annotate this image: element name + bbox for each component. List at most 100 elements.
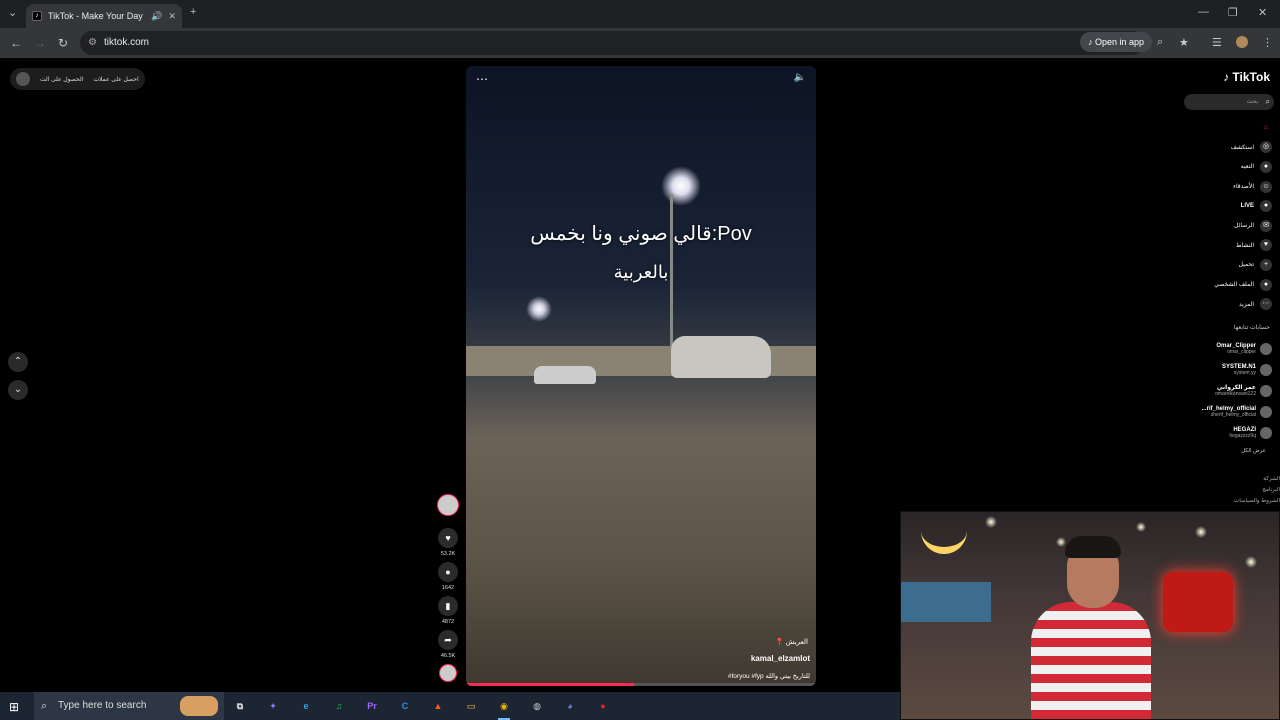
file-explorer-icon[interactable]: ▭ xyxy=(461,696,481,716)
home-icon: ⌂ xyxy=(1263,123,1269,131)
search-icon[interactable]: ⌕ xyxy=(1266,94,1270,110)
windows-start-icon[interactable]: ⊞ xyxy=(9,700,19,714)
restore-icon[interactable]: ❐ xyxy=(1228,6,1238,19)
obs-icon[interactable]: ◍ xyxy=(527,696,547,716)
url-field[interactable]: ⚙ tiktok.com xyxy=(80,31,1144,55)
more-options-icon[interactable]: ⋯ xyxy=(476,72,488,86)
windows-taskbar: ⊞ ⌕ Type here to search ⧉ ✦ e ♫ Pr C ▲ ▭ ◉ ◍ ◕ ● xyxy=(0,692,900,720)
following-item[interactable]: ...rif_helmy_official sherif_helmy_offici… xyxy=(1176,401,1272,422)
sidebar-item-friends[interactable]: الأصدقاء ☺ xyxy=(1176,177,1272,197)
open-in-app-label: Open in app xyxy=(1094,37,1144,47)
sidebar-item-activity[interactable]: النشاط ♥ xyxy=(1176,236,1272,256)
open-in-app-button[interactable]: ♪ Open in app xyxy=(1079,32,1152,52)
profile-avatar-icon[interactable] xyxy=(1236,36,1248,48)
friends-icon: ☺ xyxy=(1260,180,1272,193)
video-caption-line2: بالعربية xyxy=(613,262,669,282)
following-item[interactable]: HEGAZI hegazzzz9q xyxy=(1176,422,1272,443)
bookmark-action[interactable]: ▮ 4872 xyxy=(436,596,460,625)
following-handle: sherif_helmy_official xyxy=(1210,411,1256,418)
heart-action[interactable]: ♥ 53.2K xyxy=(436,528,460,557)
sidebar-item-label: الرسائل xyxy=(1234,223,1254,230)
following-handle: omar_clipper xyxy=(1227,348,1256,355)
edge-icon[interactable]: e xyxy=(296,696,316,716)
new-tab-icon[interactable]: + xyxy=(190,6,196,18)
user-avatar[interactable] xyxy=(16,72,30,86)
sidebar-item-explore[interactable]: استكشف ◎ xyxy=(1176,138,1272,158)
bookmark-icon[interactable]: ▮ xyxy=(438,596,458,616)
premiere-icon[interactable]: Pr xyxy=(362,696,382,716)
menu-dots-icon[interactable]: ⋮ xyxy=(1262,36,1273,49)
spotify-icon[interactable]: ♫ xyxy=(329,696,349,716)
see-all-link[interactable]: عرض الكل xyxy=(1241,448,1266,454)
sound-avatar[interactable] xyxy=(439,664,457,682)
video-progress-bar[interactable] xyxy=(466,683,816,686)
minimize-icon[interactable]: — xyxy=(1198,6,1209,18)
zoom-icon[interactable]: ⌕ xyxy=(1157,36,1163,49)
video-username[interactable]: kamal_elzamlot xyxy=(751,654,810,663)
sidebar-item-profile[interactable]: الملف الشخصي ● xyxy=(1176,275,1272,295)
sidebar-item-live[interactable]: LIVE ● xyxy=(1176,196,1272,216)
tab-tiktok[interactable]: ♪ TikTok - Make Your Day 🔊 ✕ xyxy=(26,4,182,28)
legal-link[interactable]: الشروط والسياسات xyxy=(1234,496,1280,507)
site-info-icon[interactable]: ⚙ xyxy=(88,31,97,55)
sidebar-item-home[interactable]: ⌂ xyxy=(1176,118,1272,138)
following-icon: ● xyxy=(1260,160,1272,173)
task-view-icon[interactable]: ⧉ xyxy=(230,696,250,716)
back-icon[interactable]: ← xyxy=(10,36,22,50)
brave-icon[interactable]: ▲ xyxy=(428,696,448,716)
legal-link[interactable]: الشركة xyxy=(1234,474,1280,485)
explore-icon: ◎ xyxy=(1260,141,1272,154)
next-video-button[interactable]: ⌄ xyxy=(8,380,28,400)
bookmark-star-icon[interactable]: ★ xyxy=(1179,36,1189,49)
reload-icon[interactable]: ↻ xyxy=(58,36,68,50)
speaker-icon[interactable]: 🔊 xyxy=(151,11,162,22)
sidebar-item-following[interactable]: التعيه ● xyxy=(1176,157,1272,177)
live-icon: ● xyxy=(1260,200,1272,213)
following-item[interactable]: عمر الكرواني omarelkarwani122 xyxy=(1176,380,1272,401)
action-count: 53.2K xyxy=(440,551,456,557)
previous-video-button[interactable]: ⌃ xyxy=(8,352,28,372)
street-light xyxy=(661,166,701,206)
following-name: HEGAZI xyxy=(1233,426,1256,433)
top-left-actions: الحصول على الت احصل على عملات xyxy=(10,68,145,90)
following-text: Omar_Clipper omar_clipper xyxy=(1216,343,1256,355)
taskbar-search[interactable]: ⌕ Type here to search xyxy=(34,692,224,720)
heart-icon[interactable]: ♥ xyxy=(438,528,458,548)
sidebar-item-messages[interactable]: الرسائل ✉ xyxy=(1176,216,1272,236)
comment-icon[interactable]: ● xyxy=(438,562,458,582)
car xyxy=(671,336,771,378)
chrome-icon[interactable]: ◉ xyxy=(494,696,514,720)
tiktok-logo[interactable]: ♪ TikTok xyxy=(1223,70,1270,84)
share-action[interactable]: ➦ 46.5K xyxy=(436,630,460,659)
creator-avatar[interactable] xyxy=(437,494,459,516)
reading-list-icon[interactable]: ☰ xyxy=(1212,36,1222,49)
comment-action[interactable]: ● 1642 xyxy=(436,562,460,591)
legal-link[interactable]: البرنامج xyxy=(1234,485,1280,496)
following-list: Omar_Clipper omar_clipper SYSTEM.N1 system.… xyxy=(1176,338,1272,443)
sidebar-menu: ⌂ استكشف ◎ التعيه ● الأصدقاء ☺ LIVE ● الرسائل ✉ الن… xyxy=(1176,118,1272,314)
address-bar-row: ← → ↻ ⚙ tiktok.com ♪ Open in app ⌕ ★ ☰ ⋮ xyxy=(0,28,1280,58)
get-coins-link[interactable]: احصل على عملات xyxy=(93,76,138,83)
search-input[interactable]: بحث ⌕ xyxy=(1184,94,1274,110)
following-item[interactable]: Omar_Clipper omar_clipper xyxy=(1176,338,1272,359)
forward-icon[interactable]: → xyxy=(34,36,46,50)
tab-close-icon[interactable]: ✕ xyxy=(168,11,176,22)
discord-icon[interactable]: ◕ xyxy=(560,696,580,716)
capcut-icon[interactable]: C xyxy=(395,696,415,716)
sidebar-item-upload[interactable]: تحميل + xyxy=(1176,255,1272,275)
sidebar-item-label: استكشف xyxy=(1230,144,1254,151)
share-icon[interactable]: ➦ xyxy=(438,630,458,650)
recorder-icon[interactable]: ● xyxy=(593,696,613,716)
sound-icon[interactable]: 🔈 xyxy=(794,72,806,83)
video-player[interactable]: قالي صوني ونا بخمس:Pov بالعربية ⋯ 🔈 📍 ال… xyxy=(466,66,816,686)
close-window-icon[interactable]: ✕ xyxy=(1258,6,1267,19)
copilot-icon[interactable]: ✦ xyxy=(263,696,283,716)
video-location[interactable]: 📍 العريش xyxy=(775,638,808,646)
sidebar-item-more[interactable]: المزيد ⋯ xyxy=(1176,294,1272,314)
get-app-link[interactable]: الحصول على الت xyxy=(40,76,83,83)
search-highlight-image xyxy=(180,696,218,716)
following-item[interactable]: SYSTEM.N1 system.yy xyxy=(1176,359,1272,380)
sidebar-item-label: النشاط xyxy=(1235,242,1254,249)
tab-search-icon[interactable]: ⌄ xyxy=(8,6,17,19)
following-avatar xyxy=(1260,426,1272,439)
